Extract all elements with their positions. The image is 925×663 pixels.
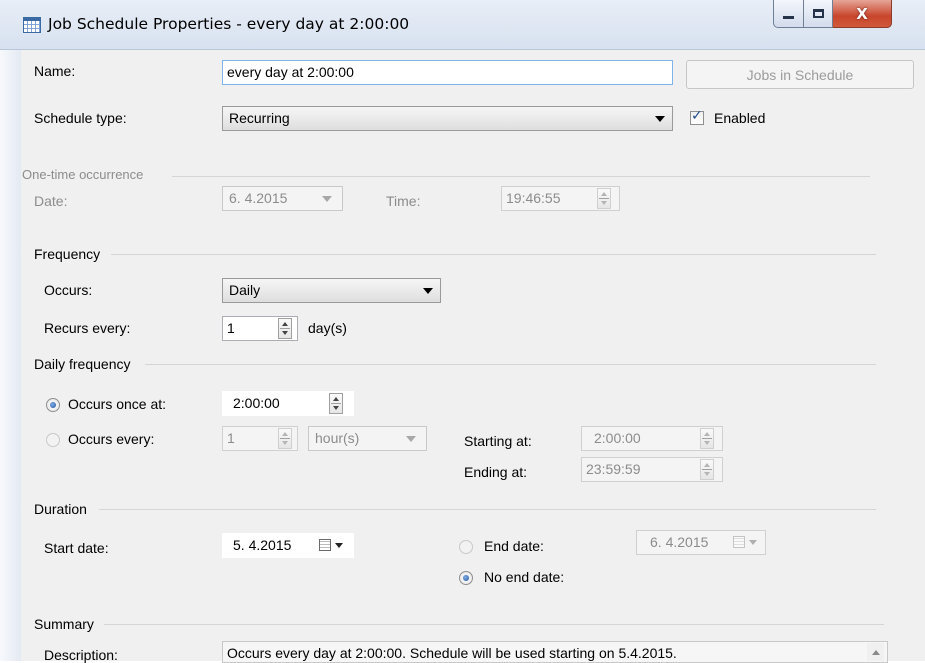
end-date-label: End date: [484, 538, 544, 554]
no-end-date-radio[interactable] [459, 571, 473, 585]
start-date-value: 5. 4.2015 [233, 537, 292, 553]
dropdown-arrow-icon [406, 436, 416, 442]
starting-at-value: 2:00:00 [594, 430, 641, 446]
close-button[interactable]: X [833, 0, 892, 28]
one-time-group-label: One-time occurrence [22, 167, 144, 182]
dropdown-arrow-icon [322, 196, 332, 202]
duration-divider [99, 509, 876, 510]
one-time-date-value: 6. 4.2015 [229, 190, 288, 206]
schedule-type-value: Recurring [229, 110, 290, 126]
window-left-edge [0, 50, 21, 661]
start-date-label: Start date: [44, 540, 109, 556]
job-schedule-properties-window: Job Schedule Properties - every day at 2… [0, 0, 925, 663]
checkmark-icon: ✓ [691, 108, 703, 124]
occurs-every-value: 1 [227, 430, 235, 446]
recurs-every-label: Recurs every: [44, 320, 131, 336]
frequency-divider [111, 254, 876, 255]
minimize-icon [783, 16, 794, 19]
spin-arrows-icon[interactable] [278, 428, 292, 449]
name-input[interactable]: every day at 2:00:00 [222, 60, 673, 85]
duration-group-label: Duration [34, 501, 87, 517]
one-time-date-picker[interactable]: 6. 4.2015 [222, 186, 343, 211]
title-bar[interactable]: Job Schedule Properties - every day at 2… [0, 0, 925, 50]
no-end-date-label: No end date: [484, 569, 565, 585]
window-title: Job Schedule Properties - every day at 2… [48, 15, 410, 33]
window-controls: X [773, 0, 892, 28]
spin-arrows-icon[interactable] [700, 428, 714, 449]
date-label: Date: [34, 193, 68, 209]
dropdown-arrow-icon [335, 543, 343, 548]
calendar-icon [319, 539, 331, 551]
occurs-every-unit-value: hour(s) [315, 430, 360, 446]
one-time-divider [172, 176, 870, 177]
dropdown-arrow-icon [655, 116, 665, 122]
occurs-once-radio[interactable] [46, 398, 60, 412]
close-icon: X [856, 4, 868, 23]
maximize-button[interactable] [804, 0, 833, 28]
spin-arrows-icon[interactable] [278, 318, 292, 339]
daily-frequency-divider [145, 364, 876, 365]
recurs-unit-label: day(s) [308, 320, 347, 336]
occurs-value: Daily [229, 282, 261, 298]
occurs-once-time-value: 2:00:00 [233, 395, 280, 411]
spin-arrows-icon[interactable] [329, 393, 343, 414]
enabled-checkbox[interactable]: ✓ [690, 108, 704, 125]
schedule-type-label: Schedule type: [34, 110, 127, 126]
dropdown-arrow-icon [749, 540, 757, 545]
starting-at-label: Starting at: [464, 433, 532, 449]
end-date-value: 6. 4.2015 [650, 534, 709, 550]
summary-divider [104, 624, 884, 625]
calendar-grid-icon [23, 17, 41, 33]
occurs-select[interactable]: Daily [222, 278, 441, 303]
maximize-icon [812, 9, 824, 18]
dialog-panel [21, 50, 925, 661]
one-time-time-value: 19:46:55 [506, 190, 561, 206]
occurs-every-radio[interactable] [46, 433, 60, 447]
spin-arrows-icon[interactable] [700, 459, 714, 480]
recurs-every-value: 1 [227, 320, 235, 336]
name-label: Name: [34, 63, 76, 79]
occurs-once-label: Occurs once at: [68, 396, 167, 412]
summary-group-label: Summary [34, 616, 94, 632]
time-label: Time: [386, 193, 421, 209]
occurs-every-unit-select[interactable]: hour(s) [308, 426, 427, 451]
scroll-up-button[interactable] [867, 643, 884, 661]
daily-frequency-group-label: Daily frequency [34, 356, 131, 372]
occurs-every-label: Occurs every: [68, 431, 155, 447]
end-date-picker[interactable]: 6. 4.2015 [636, 530, 766, 555]
dropdown-arrow-icon [423, 288, 433, 294]
jobs-in-schedule-button[interactable]: Jobs in Schedule [686, 60, 914, 89]
start-date-picker[interactable]: 5. 4.2015 [222, 533, 354, 558]
spin-arrows-icon[interactable] [597, 188, 611, 209]
occurs-label: Occurs: [44, 282, 93, 298]
schedule-type-select[interactable]: Recurring [222, 106, 673, 131]
description-textarea[interactable]: Occurs every day at 2:00:00. Schedule wi… [222, 641, 888, 663]
end-date-radio[interactable] [459, 540, 473, 554]
enabled-label: Enabled [714, 110, 766, 126]
ending-at-value: 23:59:59 [586, 461, 641, 477]
calendar-icon [733, 536, 745, 548]
minimize-button[interactable] [773, 0, 804, 28]
frequency-group-label: Frequency [34, 246, 101, 262]
ending-at-label: Ending at: [464, 464, 528, 480]
